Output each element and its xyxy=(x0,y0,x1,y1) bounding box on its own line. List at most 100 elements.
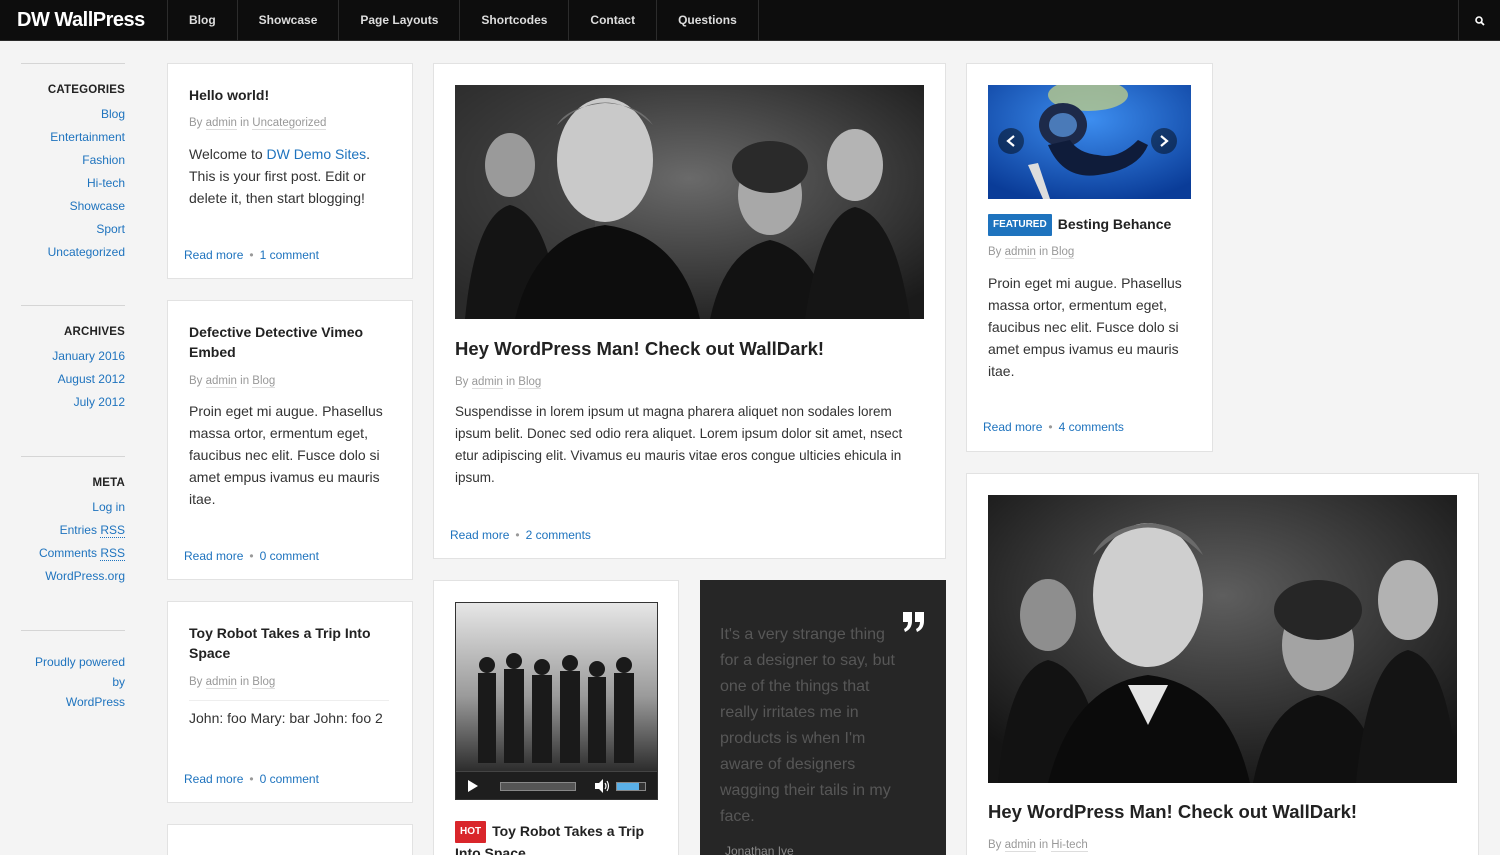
meta-by: By xyxy=(189,676,206,688)
author-link[interactable]: admin xyxy=(205,117,237,130)
read-more-link[interactable]: Read more xyxy=(184,549,243,563)
post-title[interactable]: Hey WordPress Man! Check out WallDark! xyxy=(455,338,824,360)
author-link[interactable]: admin xyxy=(471,376,503,389)
category-link[interactable]: Blog xyxy=(1051,246,1075,259)
author-link[interactable]: admin xyxy=(205,676,237,689)
quote-author: Jonathan Ive xyxy=(725,844,794,855)
nav-questions[interactable]: Questions xyxy=(657,0,759,41)
nav-showcase[interactable]: Showcase xyxy=(238,0,340,41)
nav-blog[interactable]: Blog xyxy=(168,0,238,41)
archive-link[interactable]: July 2012 xyxy=(21,395,125,418)
quote-text: It's a very strange thing for a designer… xyxy=(720,626,895,825)
post-card-audio: HOT Toy Robot Takes a Trip Into Space... xyxy=(433,580,679,855)
top-navbar: DW WallPress Blog Showcase Page Layouts … xyxy=(0,0,1500,41)
post-title[interactable]: Besting Behance xyxy=(1058,216,1172,232)
post-meta: By admin in Blog xyxy=(189,375,276,388)
category-link[interactable]: Blog xyxy=(252,375,276,388)
post-meta: By admin in Hi-tech xyxy=(988,839,1088,852)
audio-progress-bar[interactable] xyxy=(500,782,576,791)
author-link[interactable]: admin xyxy=(1004,246,1036,259)
band-photo-audio[interactable] xyxy=(455,602,658,800)
meta-in: in xyxy=(236,676,253,688)
post-title[interactable]: Hello world! xyxy=(189,85,269,105)
post-title-row: FEATURED Besting Behance xyxy=(988,214,1171,236)
diver-slider[interactable] xyxy=(988,85,1191,199)
post-title-row: HOT Toy Robot Takes a Trip Into Space... xyxy=(455,821,660,855)
band-photo[interactable] xyxy=(455,85,924,319)
category-link[interactable]: Blog xyxy=(252,676,276,689)
post-footer: Read more • 2 comments xyxy=(450,528,591,542)
post-card-behance: FEATURED Besting Behance By admin in Blog… xyxy=(966,63,1213,452)
post-meta: By admin in Blog xyxy=(988,246,1075,259)
volume-icon[interactable] xyxy=(595,779,611,793)
post-card-walldark-hitech: Hey WordPress Man! Check out WallDark! B… xyxy=(966,473,1479,855)
read-more-link[interactable]: Read more xyxy=(184,248,243,262)
wordpress-org-link[interactable]: WordPress.org xyxy=(21,569,125,592)
read-more-link[interactable]: Read more xyxy=(450,528,509,542)
play-icon[interactable] xyxy=(468,780,478,792)
category-link[interactable]: Sport xyxy=(21,222,125,245)
volume-slider[interactable] xyxy=(616,782,646,791)
category-link[interactable]: Entertainment xyxy=(21,130,125,153)
separator-dot: • xyxy=(515,528,520,542)
category-link[interactable]: Blog xyxy=(21,107,125,130)
read-more-link[interactable]: Read more xyxy=(184,772,243,786)
meta-by: By xyxy=(988,839,1005,851)
category-link[interactable]: Fashion xyxy=(21,153,125,176)
post-footer: Read more • 0 comment xyxy=(184,549,319,563)
sidebar: CATEGORIES Blog Entertainment Fashion Hi… xyxy=(21,63,125,712)
post-title[interactable]: Defective Detective Vimeo Embed xyxy=(189,322,389,362)
author-link[interactable]: admin xyxy=(205,375,237,388)
log-in-link[interactable]: Log in xyxy=(21,500,125,523)
category-link[interactable]: Hi-tech xyxy=(1051,839,1088,852)
separator-dot: • xyxy=(249,772,254,786)
nav-shortcodes[interactable]: Shortcodes xyxy=(460,0,570,41)
post-excerpt: Proin eget mi augue. Phasellus massa ort… xyxy=(988,275,1182,379)
comments-rss-label: Comments xyxy=(38,546,101,560)
archive-link[interactable]: August 2012 xyxy=(21,372,125,395)
comments-link[interactable]: 2 comments xyxy=(526,528,591,542)
nav-page-layouts[interactable]: Page Layouts xyxy=(339,0,461,41)
post-card-vimeo: Defective Detective Vimeo Embed By admin… xyxy=(167,300,413,580)
band-photo-right[interactable] xyxy=(988,495,1457,783)
category-link[interactable]: Hi-tech xyxy=(21,176,125,199)
comments-link[interactable]: 0 comment xyxy=(260,772,319,786)
comments-link[interactable]: 4 comments xyxy=(1059,420,1124,434)
audio-player xyxy=(456,771,657,799)
archive-link[interactable]: January 2016 xyxy=(21,349,125,372)
band-photo-image xyxy=(455,85,924,319)
meta-by: By xyxy=(189,117,206,129)
slider-prev-button[interactable] xyxy=(998,128,1024,154)
hot-badge: HOT xyxy=(455,821,487,843)
band-photo-image xyxy=(988,495,1457,783)
comments-rss-link[interactable]: Comments RSS xyxy=(21,546,125,569)
entries-rss-link[interactable]: Entries RSS xyxy=(21,523,125,546)
categories-widget: CATEGORIES Blog Entertainment Fashion Hi… xyxy=(21,63,125,305)
post-excerpt: John: foo Mary: bar John: foo 2 xyxy=(189,710,383,726)
category-link[interactable]: Blog xyxy=(518,376,542,389)
nav-contact[interactable]: Contact xyxy=(569,0,658,41)
slider-next-button[interactable] xyxy=(1151,128,1177,154)
category-link[interactable]: Uncategorized xyxy=(252,117,327,130)
footer-widget: Proudly powered by WordPress xyxy=(21,630,125,712)
demo-sites-link[interactable]: DW Demo Sites xyxy=(267,146,367,162)
wordpress-link[interactable]: WordPress xyxy=(21,692,125,712)
chevron-left-icon xyxy=(1006,135,1015,147)
read-more-link[interactable]: Read more xyxy=(983,420,1042,434)
comments-link[interactable]: 0 comment xyxy=(260,549,319,563)
site-logo[interactable]: DW WallPress xyxy=(17,9,145,32)
post-title[interactable]: Hey WordPress Man! Check out WallDark! xyxy=(988,801,1357,823)
meta-in: in xyxy=(1035,839,1052,851)
post-meta: By admin in Uncategorized xyxy=(189,117,327,130)
search-button[interactable] xyxy=(1458,0,1500,41)
post-title[interactable]: Toy Robot Takes a Trip Into Space xyxy=(189,623,389,663)
meta-in: in xyxy=(502,376,519,388)
meta-title: META xyxy=(92,477,125,489)
category-link[interactable]: Uncategorized xyxy=(21,245,125,268)
author-link[interactable]: admin xyxy=(1004,839,1036,852)
post-excerpt: Welcome to DW Demo Sites. This is your f… xyxy=(189,143,389,209)
category-link[interactable]: Showcase xyxy=(21,199,125,222)
post-footer: Read more • 4 comments xyxy=(983,420,1124,434)
comments-link[interactable]: 1 comment xyxy=(260,248,319,262)
post-card-walldark: Hey WordPress Man! Check out WallDark! B… xyxy=(433,63,946,559)
